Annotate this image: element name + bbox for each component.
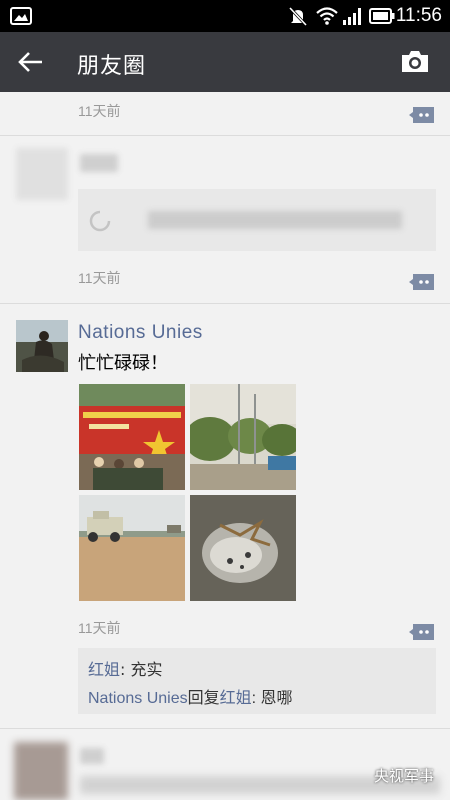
post-author-name[interactable]: Nations Unies <box>78 322 203 344</box>
comment-separator: : <box>120 660 131 679</box>
shared-link-card[interactable] <box>78 189 436 251</box>
status-time: 11:56 <box>395 5 442 26</box>
avatar[interactable] <box>16 148 68 200</box>
comment-separator: : <box>251 690 261 707</box>
page-title: 朋友圈 <box>77 54 147 79</box>
watermark-text: 央视军事 <box>373 767 434 785</box>
battery-icon <box>369 8 395 24</box>
trees-photo[interactable] <box>190 384 296 490</box>
link-title <box>148 211 402 229</box>
comment: Nations Unies回复红姐: 恩哪 <box>88 684 293 708</box>
loading-spinner-icon <box>89 210 111 232</box>
moments-feed: 11天前 11天前 Nations Unies 忙忙碌碌！ 11天前 红姐: 充… <box>0 92 450 800</box>
post-time: 11天前 <box>78 103 121 119</box>
nav-bar: 朋友圈 <box>0 32 450 92</box>
avatar[interactable] <box>14 742 68 800</box>
comment-author[interactable]: 红姐 <box>88 660 120 679</box>
post-time: 11天前 <box>78 270 121 286</box>
image-icon <box>10 7 32 25</box>
comment-author[interactable]: Nations Unies <box>88 690 188 707</box>
comment-list: 红姐: 充实 Nations Unies回复红姐: 恩哪 <box>78 648 436 714</box>
avatar[interactable] <box>16 320 68 372</box>
armored-vehicle-photo[interactable] <box>79 495 185 601</box>
post-time: 11天前 <box>78 620 121 636</box>
divider <box>0 135 450 136</box>
wifi-icon <box>316 7 338 25</box>
post-text: 忙忙碌碌！ <box>78 353 168 374</box>
divider <box>0 303 450 304</box>
comment-text: 恩哪 <box>260 690 293 707</box>
camera-icon[interactable] <box>400 48 430 74</box>
author-name[interactable] <box>80 154 118 172</box>
divider <box>0 728 450 729</box>
comment-icon[interactable] <box>408 272 436 292</box>
comment: 红姐: 充实 <box>88 656 163 680</box>
comment-icon[interactable] <box>408 622 436 642</box>
comment-icon[interactable] <box>408 105 436 125</box>
author-name[interactable] <box>80 748 104 764</box>
reply-to-name[interactable]: 红姐 <box>220 690 252 707</box>
signal-icon <box>343 8 361 25</box>
back-arrow-icon[interactable] <box>16 50 46 74</box>
ground-debris-photo[interactable] <box>190 495 296 601</box>
mute-icon <box>288 6 308 26</box>
banner-photo[interactable] <box>79 384 185 490</box>
comment-text: 充实 <box>130 660 163 679</box>
status-bar: 11:56 <box>0 0 450 32</box>
reply-word: 回复 <box>187 690 220 707</box>
